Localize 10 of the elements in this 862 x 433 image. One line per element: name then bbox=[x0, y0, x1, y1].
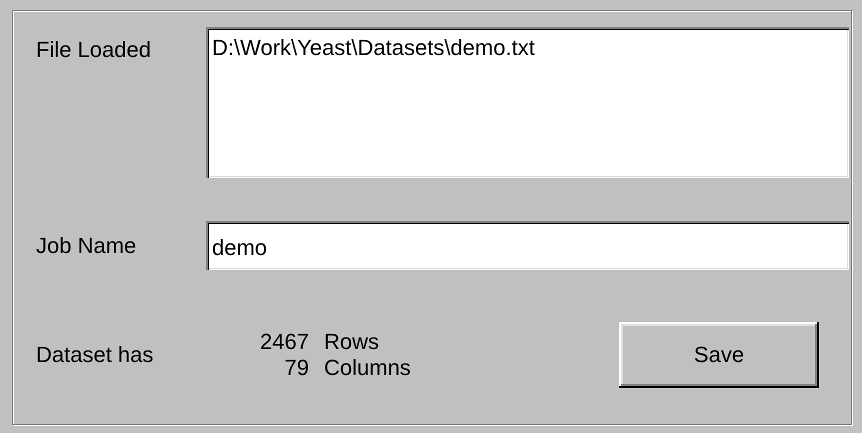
job-name-label: Job Name bbox=[36, 232, 138, 258]
count-unit: Rows bbox=[324, 330, 380, 354]
save-button[interactable]: Save bbox=[619, 322, 819, 388]
file-loaded-label: File Loaded bbox=[36, 36, 152, 63]
job-name-field[interactable]: demo bbox=[206, 221, 849, 270]
count-number: 79 bbox=[284, 356, 309, 380]
dataset-label: Dataset has bbox=[36, 342, 154, 368]
count-number: 2467 bbox=[259, 330, 309, 354]
file-path-field[interactable]: D:\Work\Yeast\Datasets\demo.txt bbox=[206, 27, 849, 178]
count-unit: Columns bbox=[324, 356, 411, 380]
